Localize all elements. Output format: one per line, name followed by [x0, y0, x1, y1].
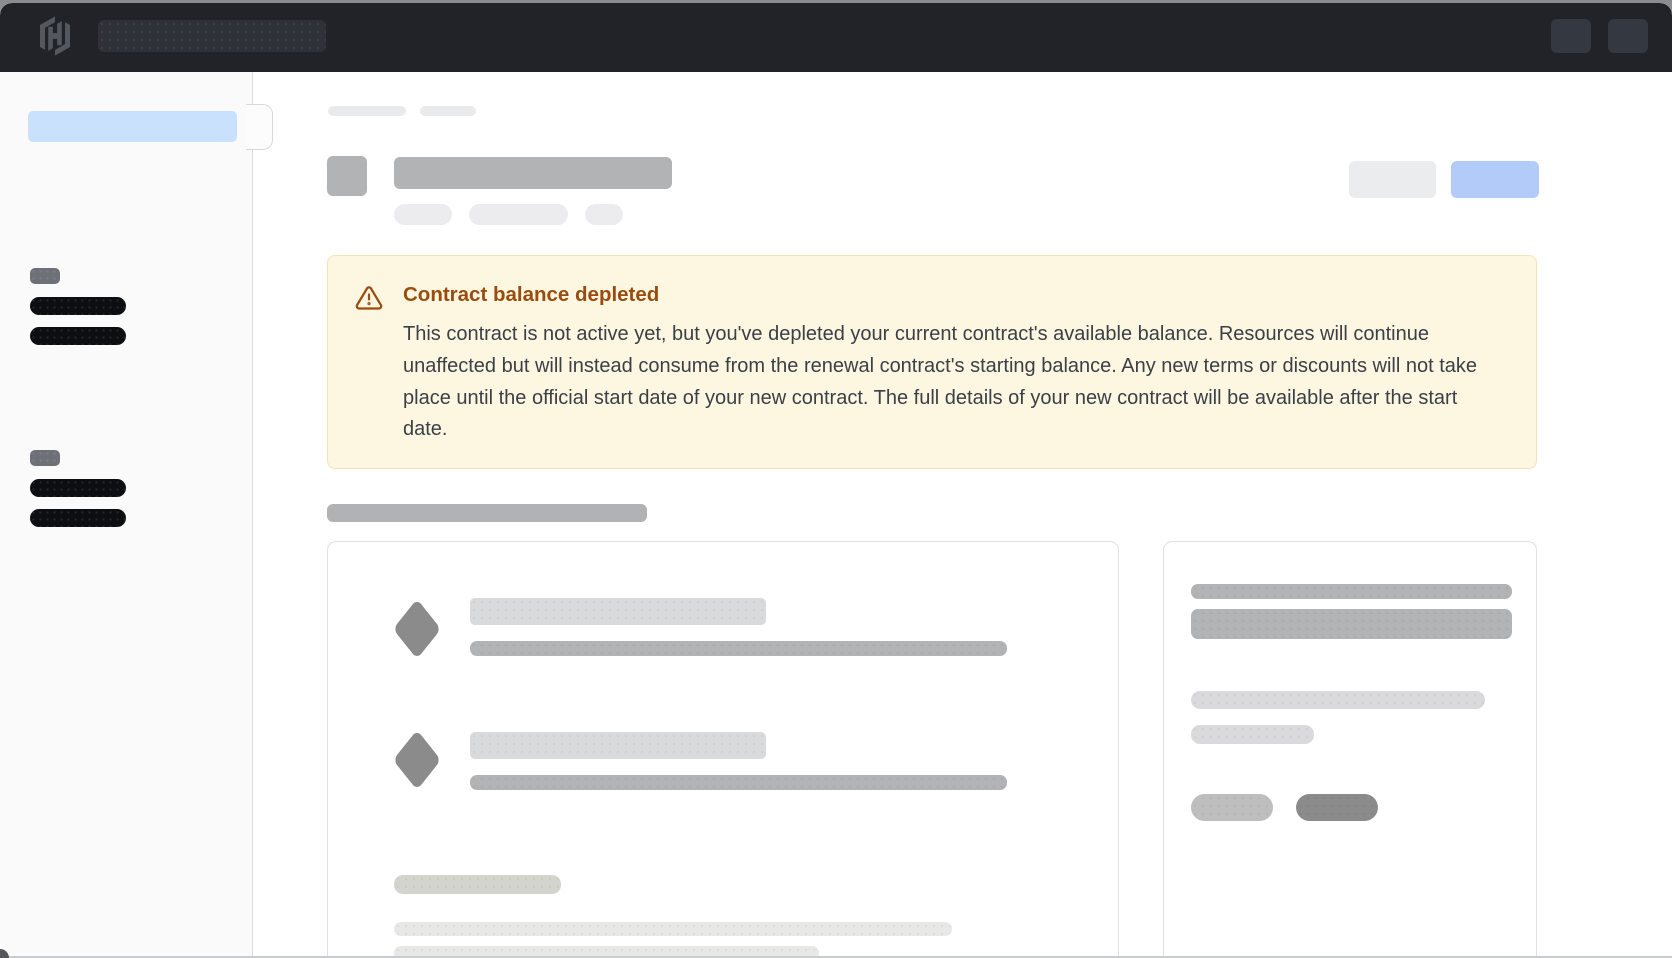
resources-card: [327, 541, 1119, 958]
sidebar-item[interactable]: [30, 297, 126, 315]
breadcrumb-item[interactable]: [328, 106, 406, 116]
top-navbar: [0, 3, 1672, 72]
nav-action-box-1[interactable]: [1551, 19, 1591, 53]
breadcrumb-item[interactable]: [420, 106, 476, 116]
list-item-text-skeleton: [470, 775, 1007, 790]
hashicorp-logo-icon: [35, 16, 75, 56]
summary-card: [1163, 541, 1537, 958]
alert-description: This contract is not active yet, but you…: [403, 319, 1501, 446]
diamond-icon: [394, 732, 440, 788]
secondary-button[interactable]: [1349, 161, 1436, 198]
warning-triangle-icon: [355, 284, 383, 312]
list-item-text-skeleton: [470, 641, 1007, 656]
sidebar-group-label-2: [30, 450, 60, 466]
primary-button[interactable]: [1451, 161, 1539, 198]
status-badge: [585, 204, 623, 225]
nav-action-box-2[interactable]: [1608, 19, 1648, 53]
summary-text-skeleton: [1191, 725, 1314, 744]
sidebar-item[interactable]: [30, 327, 126, 345]
search-input[interactable]: [98, 20, 326, 52]
summary-title-skeleton: [1191, 584, 1512, 599]
list-item-title-skeleton: [470, 732, 766, 759]
section-title-skeleton: [327, 504, 647, 522]
summary-heading-skeleton: [1191, 609, 1512, 639]
sidebar-active-item[interactable]: [28, 111, 237, 142]
sidebar-item[interactable]: [30, 509, 126, 527]
page-title: [394, 157, 672, 189]
card-footer-text-skeleton: [394, 922, 952, 936]
app-window: Contract balance depleted This contract …: [0, 3, 1672, 958]
status-badge: [394, 204, 452, 225]
page-title-icon: [327, 156, 367, 196]
sidebar-item[interactable]: [30, 479, 126, 497]
warning-alert: Contract balance depleted This contract …: [327, 255, 1537, 469]
summary-primary-button-skeleton[interactable]: [1296, 794, 1378, 821]
card-link-skeleton[interactable]: [394, 875, 561, 894]
summary-secondary-button-skeleton[interactable]: [1191, 794, 1273, 821]
status-badge: [469, 204, 568, 225]
alert-title: Contract balance depleted: [403, 283, 659, 307]
sidebar-group-label-1: [30, 268, 60, 284]
list-item-title-skeleton: [470, 598, 766, 625]
sidebar-collapse-handle[interactable]: [246, 104, 273, 150]
summary-text-skeleton: [1191, 691, 1485, 709]
sidebar: [0, 72, 253, 958]
diamond-icon: [394, 601, 440, 657]
